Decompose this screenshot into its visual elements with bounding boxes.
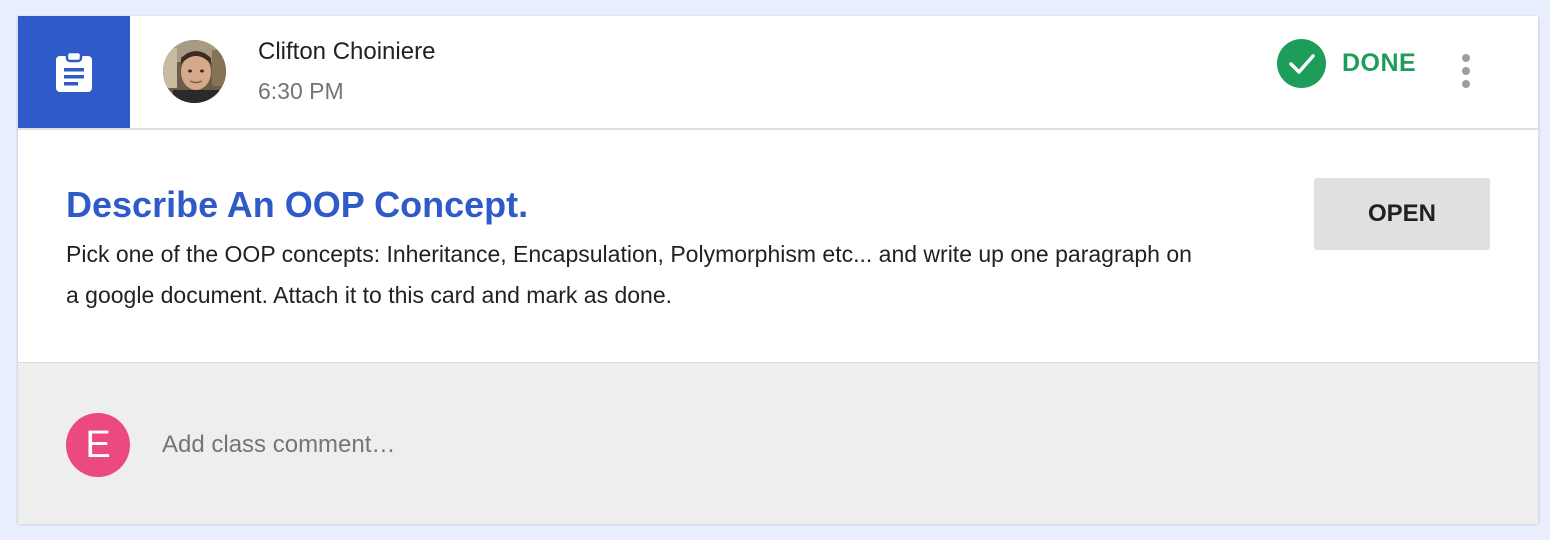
card-header: Clifton Choiniere 6:30 PM DONE — [18, 16, 1538, 130]
check-circle-icon — [1277, 39, 1326, 88]
comment-section: E — [18, 362, 1538, 524]
assignment-title[interactable]: Describe An OOP Concept. — [66, 184, 528, 226]
assignment-description: Pick one of the OOP concepts: Inheritanc… — [66, 241, 1192, 308]
status-indicator: DONE — [1277, 39, 1416, 88]
more-options-icon[interactable] — [1452, 54, 1480, 88]
status-label: DONE — [1342, 49, 1417, 77]
assignment-body: Describe An OOP Concept. Pick one of the… — [18, 130, 1538, 362]
author-avatar[interactable] — [163, 40, 226, 103]
class-comment-input[interactable] — [162, 423, 1462, 467]
assignment-type-tile — [18, 16, 130, 128]
post-time: 6:30 PM — [258, 78, 344, 104]
assignment-icon — [56, 50, 92, 92]
author-name: Clifton Choiniere — [258, 38, 436, 65]
assignment-card: Clifton Choiniere 6:30 PM DONE Describe … — [18, 16, 1538, 524]
open-button[interactable]: OPEN — [1314, 178, 1490, 250]
user-avatar: E — [66, 413, 130, 477]
